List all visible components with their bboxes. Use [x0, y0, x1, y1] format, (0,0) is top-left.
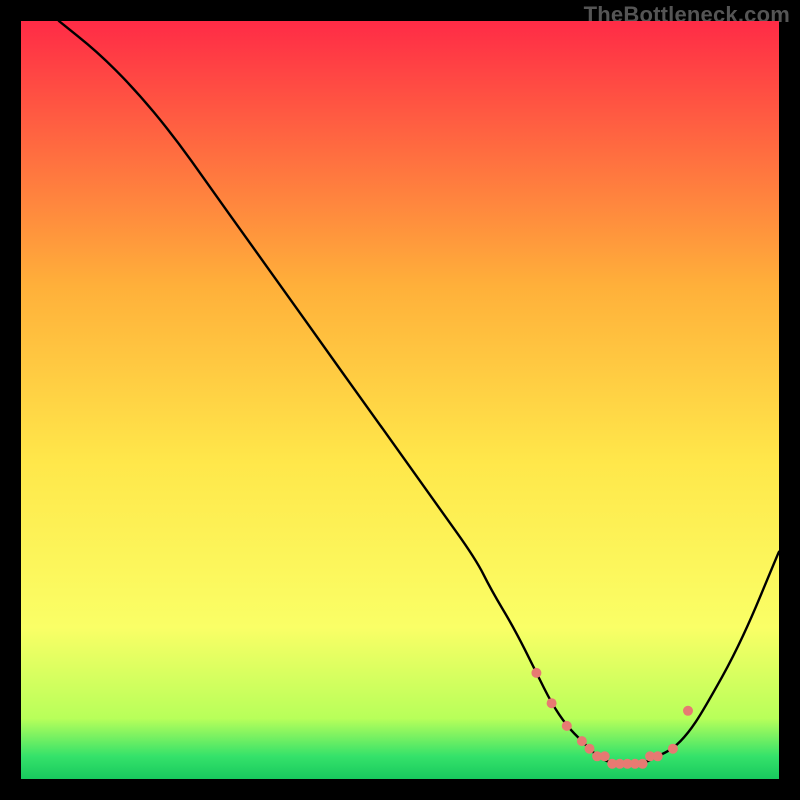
flat-dot — [547, 698, 557, 708]
chart-frame: TheBottleneck.com — [0, 0, 800, 800]
flat-dot — [585, 744, 595, 754]
flat-dot — [683, 706, 693, 716]
flat-dot — [577, 736, 587, 746]
flat-dot — [531, 668, 541, 678]
flat-dot — [668, 744, 678, 754]
flat-dot — [562, 721, 572, 731]
flat-dot — [600, 751, 610, 761]
flat-dot — [653, 751, 663, 761]
gradient-background — [21, 21, 779, 779]
bottleneck-chart — [21, 21, 779, 779]
flat-dot — [638, 759, 648, 769]
